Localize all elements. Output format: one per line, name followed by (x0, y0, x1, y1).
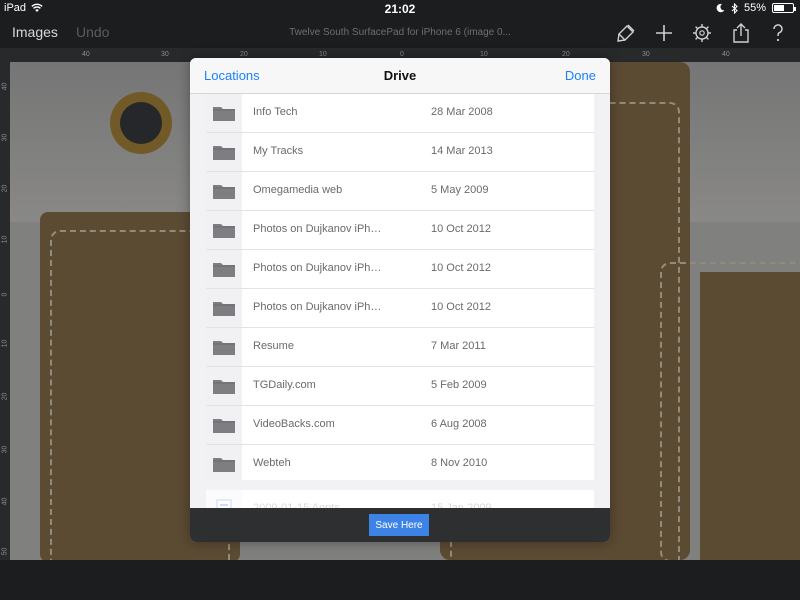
ruler-label: 50 (1, 547, 9, 556)
undo-button[interactable]: Undo (76, 24, 109, 40)
ruler-label: 20 (1, 184, 9, 193)
file-date: 5 Feb 2009 (431, 379, 487, 391)
ruler-label: 20 (240, 51, 248, 58)
share-icon[interactable] (728, 20, 754, 46)
list-item[interactable]: Omegamedia web 5 May 2009 (206, 172, 594, 211)
list-item[interactable]: Resume 7 Mar 2011 (206, 328, 594, 367)
list-item[interactable]: VideoBacks.com 6 Aug 2008 (206, 406, 594, 445)
ruler-label: 10 (480, 51, 488, 58)
ruler-label: 40 (1, 82, 9, 91)
document-title: Twelve South SurfacePad for iPhone 6 (im… (289, 27, 511, 38)
status-right: 55% (716, 2, 796, 14)
images-button[interactable]: Images (12, 24, 58, 40)
ruler-left: 40 30 20 10 0 10 20 30 40 50 (0, 48, 10, 560)
ruler-label: 10 (319, 51, 327, 58)
ruler-label: 40 (1, 497, 9, 506)
file-name: VideoBacks.com (253, 418, 335, 430)
dialog-footer: Save Here (190, 508, 610, 542)
ruler-label: 30 (161, 51, 169, 58)
ruler-label: 20 (1, 392, 9, 401)
ruler-label: 30 (642, 51, 650, 58)
done-button[interactable]: Done (565, 68, 596, 83)
file-date: 10 Oct 2012 (431, 223, 491, 235)
ruler-label: 10 (1, 235, 9, 244)
list-item[interactable]: Webteh 8 Nov 2010 (206, 445, 594, 484)
file-name: Photos on Dujkanov iPh… (253, 262, 382, 274)
folder-icon (206, 445, 242, 483)
ruler-label: 30 (1, 445, 9, 454)
list-item[interactable]: Photos on Dujkanov iPh… 10 Oct 2012 (206, 250, 594, 289)
list-item[interactable]: Photos on Dujkanov iPh… 10 Oct 2012 (206, 211, 594, 250)
paint-brush-icon[interactable] (613, 20, 639, 46)
file-date: 10 Oct 2012 (431, 262, 491, 274)
file-date: 8 Nov 2010 (431, 457, 488, 469)
file-date: 6 Aug 2008 (431, 418, 487, 430)
file-name: Webteh (253, 457, 291, 469)
help-icon[interactable] (765, 20, 791, 46)
list-item[interactable]: Photos on Dujkanov iPh… 10 Oct 2012 (206, 289, 594, 328)
folder-icon (206, 211, 242, 249)
ruler-label: 20 (562, 51, 570, 58)
ruler-label: 0 (1, 292, 9, 297)
plus-icon[interactable] (651, 20, 677, 46)
folder-icon (206, 94, 242, 132)
file-date: 28 Mar 2008 (431, 106, 493, 118)
file-name: TGDaily.com (253, 379, 316, 391)
file-date: 7 Mar 2011 (431, 340, 486, 352)
folder-icon (206, 328, 242, 366)
folder-icon (206, 133, 242, 171)
file-list[interactable]: Info Tech 28 Mar 2008 My Tracks 14 Mar 2… (206, 94, 594, 538)
save-here-button[interactable]: Save Here (369, 514, 429, 536)
file-name: Photos on Dujkanov iPh… (253, 223, 382, 235)
folder-icon (206, 289, 242, 327)
list-item[interactable]: TGDaily.com 5 Feb 2009 (206, 367, 594, 406)
dialog-nav-bar: Drive Locations Done (190, 58, 610, 94)
bottom-bar (0, 560, 800, 600)
locations-button[interactable]: Locations (204, 68, 260, 83)
file-name: Omegamedia web (253, 184, 343, 196)
folder-icon (206, 250, 242, 288)
gear-icon[interactable] (689, 20, 715, 46)
file-name: Photos on Dujkanov iPh… (253, 301, 382, 313)
file-name: Info Tech (253, 106, 298, 118)
ruler-label: 40 (82, 51, 90, 58)
section-gap (206, 480, 594, 490)
app-toolbar: Images Undo Twelve South SurfacePad for … (0, 18, 800, 48)
ruler-label: 0 (400, 51, 404, 58)
list-item[interactable]: My Tracks 14 Mar 2013 (206, 133, 594, 172)
file-date: 14 Mar 2013 (431, 145, 493, 157)
battery-level (774, 5, 784, 11)
ruler-label: 40 (722, 51, 730, 58)
file-name: Resume (253, 340, 294, 352)
file-date: 5 May 2009 (431, 184, 489, 196)
ruler-label: 30 (1, 133, 9, 142)
file-name: My Tracks (253, 145, 304, 157)
moon-icon (716, 3, 725, 13)
save-location-dialog: Drive Locations Done Info Tech 28 Mar 20… (190, 58, 610, 542)
folder-icon (206, 367, 242, 405)
status-time: 21:02 (384, 2, 416, 16)
battery-percent: 55% (743, 2, 766, 14)
battery-icon (772, 3, 796, 13)
ruler-label: 10 (1, 339, 9, 348)
folder-icon (206, 406, 242, 444)
list-item[interactable]: Info Tech 28 Mar 2008 (206, 94, 594, 133)
file-date: 10 Oct 2012 (431, 301, 491, 313)
folder-icon (206, 172, 242, 210)
bluetooth-icon (731, 2, 738, 14)
status-bar: iPad 21:02 55% (0, 0, 800, 18)
